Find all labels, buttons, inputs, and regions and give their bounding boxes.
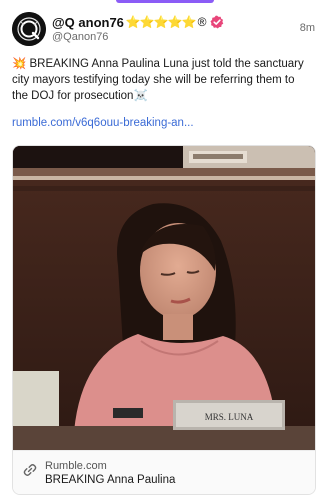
q-avatar-icon [12, 12, 46, 46]
post-card[interactable]: @Q anon76 ⭐⭐⭐⭐⭐ ® @Qanon76 8m 💥 BREAKING… [0, 0, 327, 500]
post-timestamp[interactable]: 8m [300, 22, 315, 34]
link-preview-card[interactable]: MRS. LUNA Rumble.com BREAKING Anna Pauli… [12, 145, 316, 495]
post-link[interactable]: rumble.com/v6q6ouu-breaking-an... [12, 117, 194, 129]
video-frame-image: MRS. LUNA [13, 146, 315, 450]
avatar[interactable] [12, 12, 46, 46]
link-icon [23, 464, 37, 476]
verified-badge-icon [210, 15, 224, 29]
star-emoji-row: ⭐⭐⭐⭐⭐ [125, 15, 197, 29]
link-preview-title: BREAKING Anna Paulina [45, 474, 176, 486]
author-handle[interactable]: @Qanon76 [52, 31, 108, 43]
author-name-row[interactable]: @Q anon76 ⭐⭐⭐⭐⭐ ® [52, 13, 224, 31]
registered-mark: ® [197, 15, 207, 29]
post-body-text: 💥 BREAKING Anna Paulina Luna just told t… [12, 58, 304, 102]
link-preview-footer[interactable]: Rumble.com BREAKING Anna Paulina [13, 450, 315, 494]
video-thumbnail[interactable]: MRS. LUNA [13, 146, 315, 450]
author-display-name[interactable]: @Q anon76 [52, 15, 124, 30]
link-preview-domain: Rumble.com [45, 460, 107, 472]
nameplate-text: MRS. LUNA [205, 412, 254, 422]
